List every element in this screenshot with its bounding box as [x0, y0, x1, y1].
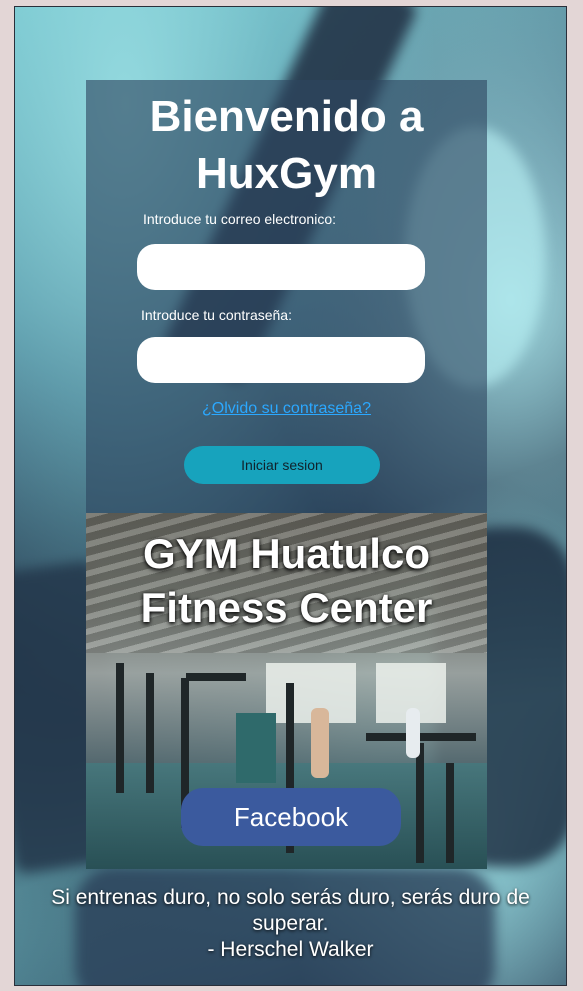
gym-photo-machine	[116, 663, 124, 793]
quote-author: - Herschel Walker	[207, 938, 374, 961]
forgot-password-link[interactable]: ¿Olvido su contraseña?	[86, 400, 487, 418]
gym-promo-panel: GYM Huatulco Fitness Center Facebook	[86, 513, 487, 869]
gym-photo-machine	[446, 763, 454, 863]
login-panel: Bienvenido a HuxGym Introduce tu correo …	[86, 80, 487, 513]
password-label: Introduce tu contraseña:	[141, 307, 292, 323]
gym-photo-machine	[236, 713, 276, 783]
gym-photo-person	[406, 708, 420, 758]
motivational-quote: Si entrenas duro, no solo serás duro, se…	[35, 885, 546, 963]
facebook-button[interactable]: Facebook	[181, 788, 401, 846]
app-frame: Bienvenido a HuxGym Introduce tu correo …	[14, 6, 567, 986]
gym-photo-machine	[416, 743, 424, 863]
gym-photo-machine	[186, 673, 246, 681]
login-button[interactable]: Iniciar sesion	[184, 446, 380, 484]
gym-photo-machine	[146, 673, 154, 793]
password-field[interactable]	[137, 337, 425, 383]
gym-title: GYM Huatulco Fitness Center	[140, 530, 433, 631]
welcome-title: Bienvenido a HuxGym	[149, 92, 424, 198]
gym-photo-person	[311, 708, 329, 778]
quote-text: Si entrenas duro, no solo serás duro, se…	[51, 886, 530, 935]
gym-photo-machine	[366, 733, 476, 741]
email-label: Introduce tu correo electronico:	[143, 211, 336, 227]
email-field[interactable]	[137, 244, 425, 290]
